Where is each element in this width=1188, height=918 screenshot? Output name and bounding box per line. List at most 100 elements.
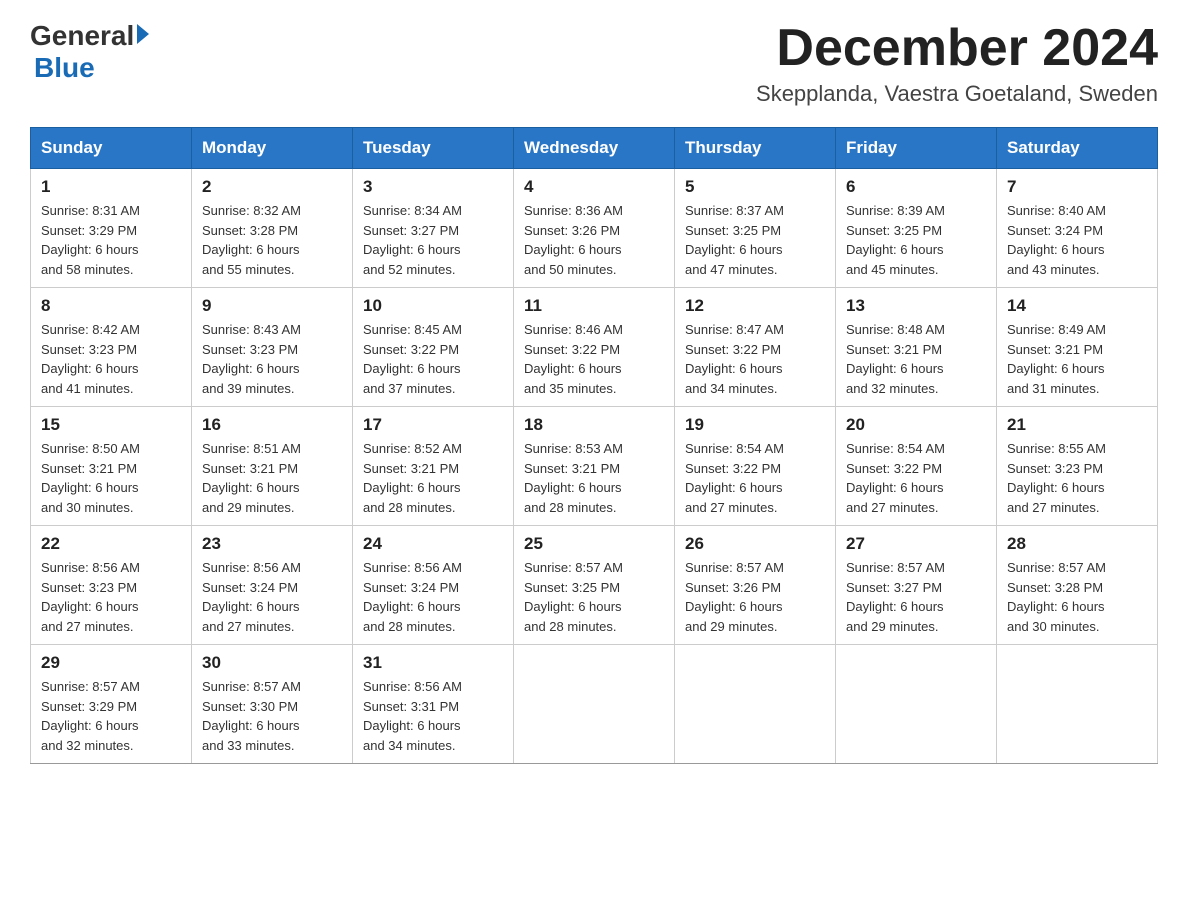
calendar-cell: 16 Sunrise: 8:51 AMSunset: 3:21 PMDayligh… [192,407,353,526]
logo-general: General [30,20,134,52]
logo: General Blue [30,20,149,84]
day-number: 13 [846,296,986,316]
calendar-cell: 9 Sunrise: 8:43 AMSunset: 3:23 PMDaylight… [192,288,353,407]
calendar-cell: 19 Sunrise: 8:54 AMSunset: 3:22 PMDayligh… [675,407,836,526]
logo-blue: Blue [34,52,95,83]
day-info: Sunrise: 8:57 AMSunset: 3:29 PMDaylight:… [41,677,181,755]
calendar-cell: 11Sunrise: 8:46 AMSunset: 3:22 PMDayligh… [514,288,675,407]
day-number: 2 [202,177,342,197]
calendar-cell [997,645,1158,764]
day-number: 7 [1007,177,1147,197]
calendar-cell [836,645,997,764]
calendar-cell: 2 Sunrise: 8:32 AMSunset: 3:28 PMDaylight… [192,169,353,288]
calendar-cell: 25 Sunrise: 8:57 AMSunset: 3:25 PMDayligh… [514,526,675,645]
day-number: 1 [41,177,181,197]
calendar-cell: 30 Sunrise: 8:57 AMSunset: 3:30 PMDayligh… [192,645,353,764]
header-wednesday: Wednesday [514,128,675,169]
day-number: 6 [846,177,986,197]
day-number: 31 [363,653,503,673]
calendar-cell: 10 Sunrise: 8:45 AMSunset: 3:22 PMDayligh… [353,288,514,407]
header-tuesday: Tuesday [353,128,514,169]
calendar-cell: 14 Sunrise: 8:49 AMSunset: 3:21 PMDayligh… [997,288,1158,407]
calendar-week-row: 1Sunrise: 8:31 AMSunset: 3:29 PMDaylight… [31,169,1158,288]
day-number: 28 [1007,534,1147,554]
calendar-cell: 5 Sunrise: 8:37 AMSunset: 3:25 PMDaylight… [675,169,836,288]
day-info: Sunrise: 8:57 AMSunset: 3:28 PMDaylight:… [1007,558,1147,636]
day-number: 19 [685,415,825,435]
calendar-cell: 1Sunrise: 8:31 AMSunset: 3:29 PMDaylight… [31,169,192,288]
header-saturday: Saturday [997,128,1158,169]
calendar-header-row: SundayMondayTuesdayWednesdayThursdayFrid… [31,128,1158,169]
day-info: Sunrise: 8:54 AMSunset: 3:22 PMDaylight:… [846,439,986,517]
calendar-cell: 27 Sunrise: 8:57 AMSunset: 3:27 PMDayligh… [836,526,997,645]
day-number: 14 [1007,296,1147,316]
day-number: 12 [685,296,825,316]
day-number: 26 [685,534,825,554]
day-info: Sunrise: 8:56 AMSunset: 3:31 PMDaylight:… [363,677,503,755]
day-number: 15 [41,415,181,435]
calendar-cell [675,645,836,764]
day-info: Sunrise: 8:36 AMSunset: 3:26 PMDaylight:… [524,201,664,279]
day-info: Sunrise: 8:37 AMSunset: 3:25 PMDaylight:… [685,201,825,279]
calendar-table: SundayMondayTuesdayWednesdayThursdayFrid… [30,127,1158,764]
calendar-cell: 12 Sunrise: 8:47 AMSunset: 3:22 PMDayligh… [675,288,836,407]
day-info: Sunrise: 8:47 AMSunset: 3:22 PMDaylight:… [685,320,825,398]
day-number: 4 [524,177,664,197]
day-info: Sunrise: 8:56 AMSunset: 3:23 PMDaylight:… [41,558,181,636]
day-info: Sunrise: 8:45 AMSunset: 3:22 PMDaylight:… [363,320,503,398]
day-info: Sunrise: 8:53 AMSunset: 3:21 PMDaylight:… [524,439,664,517]
calendar-week-row: 8Sunrise: 8:42 AMSunset: 3:23 PMDaylight… [31,288,1158,407]
day-number: 27 [846,534,986,554]
day-number: 10 [363,296,503,316]
calendar-cell [514,645,675,764]
day-info: Sunrise: 8:42 AMSunset: 3:23 PMDaylight:… [41,320,181,398]
calendar-cell: 29 Sunrise: 8:57 AMSunset: 3:29 PMDayligh… [31,645,192,764]
calendar-cell: 31 Sunrise: 8:56 AMSunset: 3:31 PMDayligh… [353,645,514,764]
logo-triangle-icon [137,24,149,44]
day-number: 5 [685,177,825,197]
calendar-cell: 21Sunrise: 8:55 AMSunset: 3:23 PMDayligh… [997,407,1158,526]
day-number: 30 [202,653,342,673]
calendar-cell: 7 Sunrise: 8:40 AMSunset: 3:24 PMDaylight… [997,169,1158,288]
day-info: Sunrise: 8:57 AMSunset: 3:30 PMDaylight:… [202,677,342,755]
header-thursday: Thursday [675,128,836,169]
day-number: 24 [363,534,503,554]
calendar-week-row: 22 Sunrise: 8:56 AMSunset: 3:23 PMDayligh… [31,526,1158,645]
day-number: 11 [524,296,664,316]
day-info: Sunrise: 8:51 AMSunset: 3:21 PMDaylight:… [202,439,342,517]
day-number: 17 [363,415,503,435]
header-friday: Friday [836,128,997,169]
calendar-week-row: 15Sunrise: 8:50 AMSunset: 3:21 PMDayligh… [31,407,1158,526]
day-info: Sunrise: 8:49 AMSunset: 3:21 PMDaylight:… [1007,320,1147,398]
calendar-cell: 18Sunrise: 8:53 AMSunset: 3:21 PMDayligh… [514,407,675,526]
calendar-cell: 22 Sunrise: 8:56 AMSunset: 3:23 PMDayligh… [31,526,192,645]
header-sunday: Sunday [31,128,192,169]
day-number: 21 [1007,415,1147,435]
day-info: Sunrise: 8:54 AMSunset: 3:22 PMDaylight:… [685,439,825,517]
day-number: 22 [41,534,181,554]
page-header: General Blue December 2024 Skepplanda, V… [30,20,1158,107]
calendar-cell: 26Sunrise: 8:57 AMSunset: 3:26 PMDayligh… [675,526,836,645]
day-info: Sunrise: 8:57 AMSunset: 3:27 PMDaylight:… [846,558,986,636]
calendar-cell: 13 Sunrise: 8:48 AMSunset: 3:21 PMDayligh… [836,288,997,407]
day-info: Sunrise: 8:43 AMSunset: 3:23 PMDaylight:… [202,320,342,398]
calendar-cell: 6 Sunrise: 8:39 AMSunset: 3:25 PMDaylight… [836,169,997,288]
day-info: Sunrise: 8:57 AMSunset: 3:25 PMDaylight:… [524,558,664,636]
calendar-cell: 4 Sunrise: 8:36 AMSunset: 3:26 PMDaylight… [514,169,675,288]
day-number: 20 [846,415,986,435]
day-number: 23 [202,534,342,554]
day-info: Sunrise: 8:48 AMSunset: 3:21 PMDaylight:… [846,320,986,398]
month-title: December 2024 [756,20,1158,77]
location-title: Skepplanda, Vaestra Goetaland, Sweden [756,81,1158,107]
day-number: 29 [41,653,181,673]
calendar-cell: 20 Sunrise: 8:54 AMSunset: 3:22 PMDayligh… [836,407,997,526]
day-number: 9 [202,296,342,316]
calendar-cell: 23Sunrise: 8:56 AMSunset: 3:24 PMDayligh… [192,526,353,645]
day-number: 25 [524,534,664,554]
day-info: Sunrise: 8:40 AMSunset: 3:24 PMDaylight:… [1007,201,1147,279]
day-info: Sunrise: 8:32 AMSunset: 3:28 PMDaylight:… [202,201,342,279]
title-area: December 2024 Skepplanda, Vaestra Goetal… [756,20,1158,107]
day-number: 16 [202,415,342,435]
day-info: Sunrise: 8:39 AMSunset: 3:25 PMDaylight:… [846,201,986,279]
logo-text: General [30,20,149,52]
